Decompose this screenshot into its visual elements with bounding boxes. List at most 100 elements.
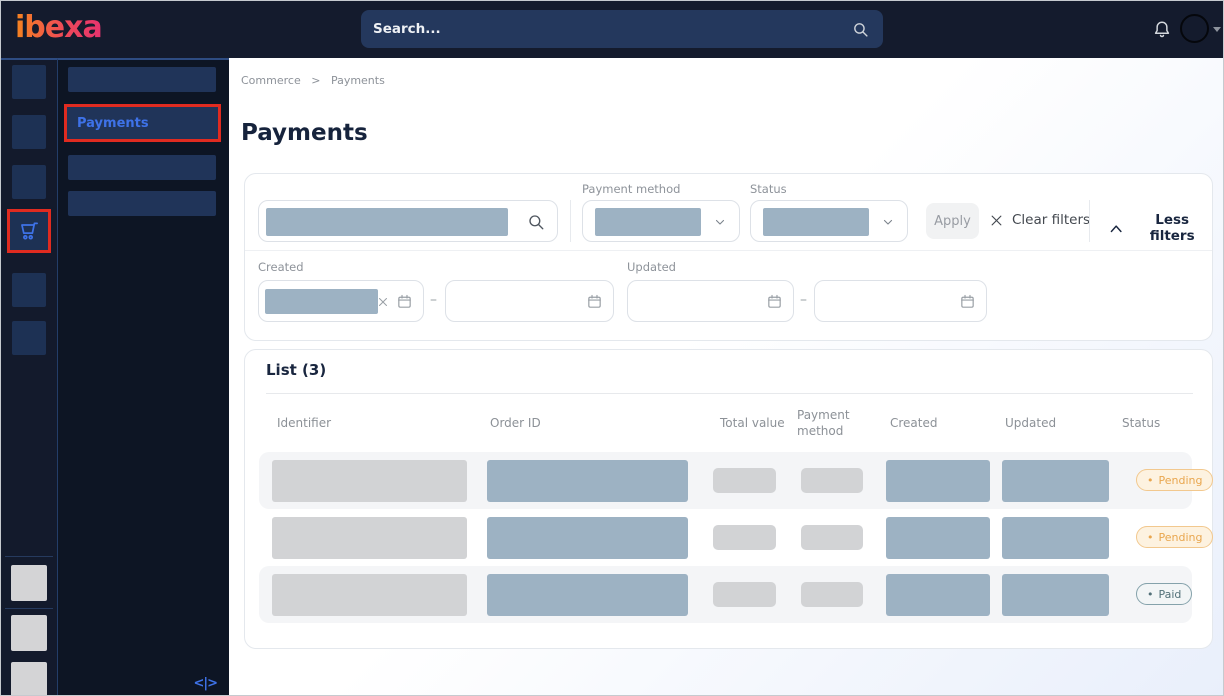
- filter-row-divider: [245, 250, 1212, 251]
- badge-label: Pending: [1159, 531, 1203, 544]
- chevron-up-icon: [1109, 223, 1123, 234]
- breadcrumb: Commerce > Payments: [241, 74, 392, 87]
- redacted-order-id: [487, 517, 688, 559]
- updated-label: Updated: [627, 260, 676, 274]
- annotation-box-payments: Payments: [64, 104, 221, 142]
- redacted-payment-method: [801, 468, 863, 493]
- redacted-total-value: [713, 582, 776, 607]
- less-filters-button[interactable]: Less filters: [1109, 212, 1212, 244]
- rail-divider: [5, 608, 53, 609]
- badge-label: Pending: [1159, 474, 1203, 487]
- redacted-created: [886, 517, 990, 559]
- commerce-submenu: Payments <|>: [57, 58, 229, 696]
- column-header-identifier: Identifier: [277, 416, 331, 430]
- payment-row[interactable]: • Paid: [259, 566, 1192, 623]
- x-icon: [989, 213, 1004, 228]
- payment-method-select[interactable]: [582, 200, 740, 242]
- menu-item-placeholder-3[interactable]: [12, 165, 46, 199]
- submenu-item-placeholder-1[interactable]: [68, 67, 216, 92]
- main-content: Commerce > Payments Payments Payment met…: [229, 58, 1224, 696]
- sidebar-item-payments-label: Payments: [77, 116, 149, 131]
- redacted-payment-method: [801, 525, 863, 550]
- payment-row[interactable]: • Pending: [259, 452, 1192, 509]
- bottom-menu-placeholder-1[interactable]: [11, 565, 47, 601]
- calendar-icon[interactable]: [586, 293, 603, 310]
- filter-divider: [570, 200, 571, 242]
- redacted-updated: [1002, 574, 1109, 616]
- sidebar-item-payments[interactable]: Payments: [67, 107, 218, 139]
- payments-list-panel: List (3) Identifier Order ID Total value…: [244, 349, 1213, 649]
- created-to-date-input[interactable]: [445, 280, 614, 322]
- redacted-order-id: [487, 460, 688, 502]
- date-range-dash: –: [430, 292, 437, 308]
- status-badge: • Pending: [1136, 469, 1213, 491]
- chevron-down-icon: [713, 216, 727, 228]
- notifications-bell-icon[interactable]: [1151, 18, 1173, 42]
- sidebar-collapse-icon[interactable]: <|>: [193, 676, 217, 691]
- updated-to-date-input[interactable]: [814, 280, 987, 322]
- redacted-payment-method-value: [595, 208, 701, 236]
- shopping-cart-icon[interactable]: [16, 218, 42, 244]
- redacted-created-from-value: [265, 289, 378, 314]
- column-header-total-value: Total value: [720, 416, 785, 430]
- breadcrumb-separator: >: [311, 74, 320, 87]
- status-badge: • Pending: [1136, 526, 1213, 548]
- filter-search-input[interactable]: [258, 200, 558, 242]
- calendar-icon[interactable]: [396, 293, 413, 310]
- search-icon[interactable]: [852, 21, 869, 38]
- calendar-icon[interactable]: [959, 293, 976, 310]
- column-header-order-id: Order ID: [490, 416, 541, 430]
- clear-x-icon[interactable]: [377, 296, 389, 308]
- bottom-menu-placeholder-2[interactable]: [11, 615, 47, 651]
- calendar-icon[interactable]: [766, 293, 783, 310]
- filter-divider: [1089, 200, 1090, 242]
- user-menu-caret-down-icon[interactable]: [1213, 27, 1221, 32]
- created-from-date-input[interactable]: [258, 280, 424, 322]
- breadcrumb-payments: Payments: [331, 74, 385, 87]
- redacted-order-id: [487, 574, 688, 616]
- submenu-item-placeholder-3[interactable]: [68, 191, 216, 216]
- rail-divider: [5, 556, 53, 557]
- redacted-identifier: [272, 574, 467, 616]
- redacted-search-value: [266, 208, 508, 236]
- bottom-menu-placeholder-3[interactable]: [11, 662, 47, 696]
- payment-row[interactable]: • Pending: [259, 509, 1192, 566]
- date-range-dash: –: [800, 292, 807, 308]
- redacted-status-value: [763, 208, 869, 236]
- badge-label: Paid: [1159, 588, 1182, 601]
- global-search-input[interactable]: [361, 21, 852, 37]
- menu-item-placeholder-4[interactable]: [12, 273, 46, 307]
- payment-method-label: Payment method: [582, 182, 680, 196]
- column-header-created: Created: [890, 416, 938, 430]
- column-header-updated: Updated: [1005, 416, 1056, 430]
- search-icon[interactable]: [527, 213, 545, 231]
- filters-panel: Payment method Status Apply: [244, 173, 1213, 341]
- clear-filters-button[interactable]: Clear filters: [989, 212, 1090, 228]
- status-label: Status: [750, 182, 787, 196]
- global-search: [361, 10, 883, 48]
- clear-filters-label: Clear filters: [1012, 212, 1090, 228]
- breadcrumb-commerce[interactable]: Commerce: [241, 74, 301, 87]
- column-header-payment-method: Payment method: [797, 408, 852, 439]
- created-label: Created: [258, 260, 304, 274]
- menu-item-placeholder-2[interactable]: [12, 115, 46, 149]
- badge-dot: •: [1147, 531, 1154, 544]
- submenu-item-placeholder-2[interactable]: [68, 155, 216, 180]
- redacted-total-value: [713, 525, 776, 550]
- redacted-payment-method: [801, 582, 863, 607]
- page-title: Payments: [241, 120, 368, 146]
- status-select[interactable]: [750, 200, 908, 242]
- menu-item-placeholder-1[interactable]: [12, 65, 46, 99]
- updated-from-date-input[interactable]: [627, 280, 794, 322]
- annotation-box-commerce: [7, 209, 51, 253]
- redacted-updated: [1002, 460, 1109, 502]
- redacted-identifier: [272, 517, 467, 559]
- user-avatar[interactable]: [1180, 14, 1209, 43]
- topbar: ibexa: [1, 1, 1224, 58]
- menu-item-placeholder-5[interactable]: [12, 321, 46, 355]
- ibexa-logo[interactable]: ibexa: [15, 10, 102, 45]
- badge-dot: •: [1147, 588, 1154, 601]
- main-menu-rail: [1, 58, 57, 696]
- apply-button[interactable]: Apply: [926, 203, 979, 239]
- redacted-total-value: [713, 468, 776, 493]
